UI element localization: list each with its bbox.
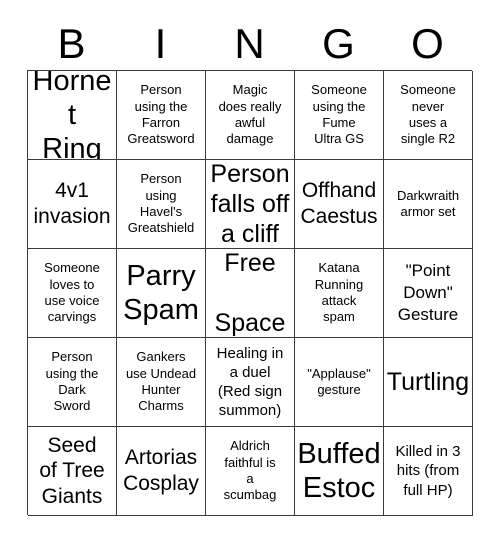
bingo-header-letter-3: G	[322, 19, 355, 67]
bingo-cell-text: Turtling	[386, 368, 470, 396]
bingo-cell[interactable]: Katana Running attack spam	[295, 249, 384, 338]
bingo-cell-text: Healing in a duel (Red sign summon)	[216, 344, 284, 420]
bingo-cell-text: Hornet Ring	[32, 71, 112, 160]
bingo-cell[interactable]: Person using the Dark Sword	[28, 338, 117, 427]
bingo-cell[interactable]: Artorias Cosplay	[117, 427, 206, 516]
bingo-cell-text: "Point Down" Gesture	[397, 260, 459, 325]
bingo-cell-text: Aldrich faithful is a scumbag	[223, 438, 277, 503]
bingo-cell-text: Buffed Estoc	[297, 437, 381, 504]
bingo-cell[interactable]: Parry Spam	[117, 249, 206, 338]
bingo-cell-text: Katana Running attack spam	[314, 260, 364, 325]
bingo-cell[interactable]: Killed in 3 hits (from full HP)	[384, 427, 473, 516]
bingo-cell-text: Darkwraith armor set	[396, 187, 460, 219]
bingo-header-letter-0: B	[57, 19, 86, 67]
bingo-cell[interactable]: Darkwraith armor set	[384, 160, 473, 249]
bingo-cell-text: Person using the Dark Sword	[45, 349, 99, 414]
bingo-cell[interactable]: Someone using the Fume Ultra GS	[295, 71, 384, 160]
bingo-header-letter-2: N	[234, 19, 265, 67]
bingo-cell[interactable]: Hornet Ring	[28, 71, 117, 160]
bingo-grid: Hornet Ring Person using the Farron Great…	[27, 70, 473, 516]
bingo-cell-text: Free Space	[214, 249, 286, 337]
bingo-cell[interactable]: Someone never uses a single R2	[384, 71, 473, 160]
bingo-cell-text: Someone loves to use voice carvings	[44, 260, 100, 325]
bingo-cell[interactable]: Person using the Farron Greatsword	[117, 71, 206, 160]
bingo-cell[interactable]: Aldrich faithful is a scumbag	[206, 427, 295, 516]
bingo-cell-text: Killed in 3 hits (from full HP)	[395, 443, 461, 499]
bingo-cell-text: Person using Havel's Greatshield	[127, 171, 195, 236]
bingo-cell-text: Gankers use Undead Hunter Charms	[125, 349, 197, 414]
bingo-cell-text: Person using the Farron Greatsword	[127, 82, 195, 147]
bingo-cell-text: Magic does really awful damage	[218, 82, 282, 147]
bingo-cell-text: Seed of Tree Giants	[39, 433, 105, 508]
bingo-header-letter-1: I	[154, 19, 167, 67]
bingo-cell[interactable]: Person using Havel's Greatshield	[117, 160, 206, 249]
bingo-cell-text: Someone never uses a single R2	[400, 82, 456, 147]
bingo-cell[interactable]: Gankers use Undead Hunter Charms	[117, 338, 206, 427]
bingo-cell[interactable]: "Applause" gesture	[295, 338, 384, 427]
bingo-header-row: BINGO	[27, 17, 472, 70]
bingo-cell[interactable]: Seed of Tree Giants	[28, 427, 117, 516]
bingo-cell-text: Offhand Caestus	[300, 179, 378, 228]
bingo-cell[interactable]: 4v1 invasion	[28, 160, 117, 249]
bingo-cell[interactable]: Magic does really awful damage	[206, 71, 295, 160]
bingo-cell[interactable]: Turtling	[384, 338, 473, 427]
bingo-cell[interactable]: Person falls off a cliff	[206, 160, 295, 249]
bingo-cell[interactable]: "Point Down" Gesture	[384, 249, 473, 338]
bingo-cell-text: Parry Spam	[123, 259, 199, 326]
bingo-cell[interactable]: Free Space	[206, 249, 295, 338]
bingo-cell[interactable]: Healing in a duel (Red sign summon)	[206, 338, 295, 427]
bingo-cell-text: "Applause" gesture	[307, 365, 371, 397]
bingo-cell[interactable]: Buffed Estoc	[295, 427, 384, 516]
bingo-cell[interactable]: Offhand Caestus	[295, 160, 384, 249]
bingo-cell-text: Someone using the Fume Ultra GS	[311, 82, 367, 147]
bingo-cell[interactable]: Someone loves to use voice carvings	[28, 249, 117, 338]
bingo-cell-text: Artorias Cosplay	[123, 446, 199, 495]
bingo-header-letter-4: O	[411, 19, 444, 67]
bingo-card: B I N G O Hornet Ring Person using the Farron…	[0, 0, 500, 544]
bingo-cell-text: 4v1 invasion	[33, 179, 111, 228]
bingo-cell-text: Person falls off a cliff	[210, 160, 290, 248]
